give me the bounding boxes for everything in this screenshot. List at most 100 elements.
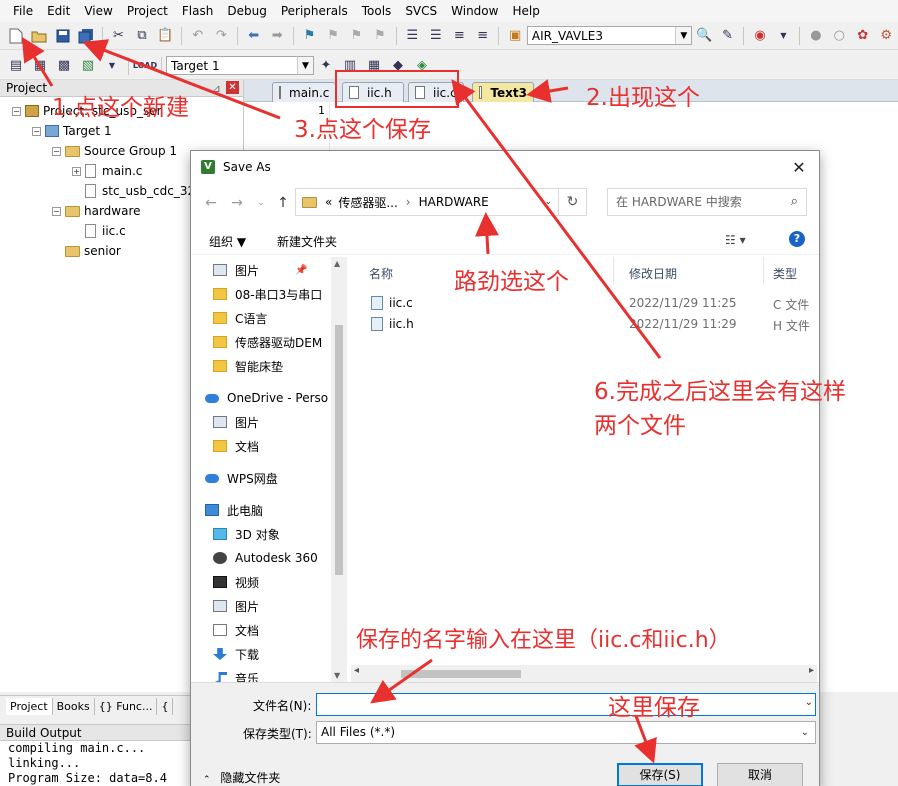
pin-icon[interactable]: ⊿: [212, 80, 221, 97]
address-bar[interactable]: « 传感器驱... › HARDWARE ⌄: [295, 188, 559, 216]
tab-project[interactable]: Project: [6, 698, 53, 715]
indent-icon[interactable]: ☰: [403, 26, 422, 46]
target-select[interactable]: Target 1 ▼: [166, 56, 314, 75]
bookmark-icon[interactable]: ⚑: [300, 26, 319, 46]
view-options-icon[interactable]: ☷ ▾: [725, 233, 746, 247]
tree-file-main[interactable]: + main.c: [72, 162, 142, 180]
download-icon[interactable]: LOAD: [133, 56, 157, 76]
column-divider[interactable]: [613, 257, 614, 285]
uncomment-icon[interactable]: ≡: [473, 26, 492, 46]
nav-forward-icon[interactable]: ➡: [267, 26, 286, 46]
recent-chevron-icon[interactable]: ⌄: [251, 193, 271, 213]
scroll-thumb[interactable]: [401, 670, 521, 678]
collapse-icon[interactable]: −: [52, 206, 61, 216]
menu-tools[interactable]: Tools: [355, 0, 399, 22]
help-icon[interactable]: ?: [789, 231, 805, 247]
search-input[interactable]: 在 HARDWARE 中搜索 ⌕: [607, 188, 807, 216]
nav-item[interactable]: Autodesk 360: [213, 547, 318, 569]
find-icon[interactable]: 🔍: [694, 26, 713, 46]
debug-dropdown-icon[interactable]: ▼: [774, 26, 793, 46]
tab-iic-h[interactable]: iic.h: [342, 82, 404, 102]
scroll-thumb[interactable]: [335, 325, 343, 575]
menu-edit[interactable]: Edit: [40, 0, 77, 22]
copy-icon[interactable]: ⧉: [132, 26, 151, 46]
expand-icon[interactable]: +: [72, 166, 81, 176]
menu-help[interactable]: Help: [505, 0, 546, 22]
tab-templates[interactable]: {: [157, 698, 174, 715]
cancel-button[interactable]: 取消: [717, 763, 803, 786]
menu-debug[interactable]: Debug: [220, 0, 273, 22]
pack-installer-icon[interactable]: ▦: [364, 56, 384, 76]
breadcrumb-segment[interactable]: 传感器驱...: [338, 194, 397, 211]
horizontal-scrollbar[interactable]: ◂ ▸: [351, 665, 817, 682]
scroll-down-icon[interactable]: ▼: [334, 671, 340, 680]
tab-iic-c[interactable]: iic.c: [408, 82, 464, 102]
chevron-down-icon[interactable]: ⌄: [805, 697, 813, 708]
nav-item[interactable]: C语言: [213, 307, 267, 329]
nav-scrollbar[interactable]: ▲ ▼: [331, 257, 347, 682]
filename-input[interactable]: ⌄: [316, 693, 816, 716]
stop-build-icon[interactable]: ▼: [102, 56, 122, 76]
column-header-name[interactable]: 名称: [369, 265, 393, 282]
chevron-down-icon[interactable]: ⌄: [544, 197, 552, 207]
new-folder-button[interactable]: 新建文件夹: [277, 233, 337, 250]
up-arrow-icon[interactable]: ↑: [273, 193, 293, 213]
collapse-icon[interactable]: −: [52, 146, 61, 156]
column-divider[interactable]: [763, 257, 764, 285]
close-icon[interactable]: ✕: [226, 81, 239, 94]
tree-hardware-group[interactable]: − hardware: [52, 202, 141, 220]
save-icon[interactable]: [53, 26, 72, 46]
tree-senior-group[interactable]: senior: [65, 242, 121, 260]
nav-item[interactable]: 图片: [213, 595, 259, 617]
cut-icon[interactable]: ✂: [109, 26, 128, 46]
batch-build-icon[interactable]: ▧: [78, 56, 98, 76]
configure-icon[interactable]: ⚙: [877, 26, 896, 46]
menu-flash[interactable]: Flash: [175, 0, 220, 22]
pin-icon[interactable]: 📌: [295, 265, 307, 276]
tree-file-stc[interactable]: stc_usb_cdc_32: [85, 182, 195, 200]
tab-text3[interactable]: Text3: [472, 82, 534, 102]
collapse-icon[interactable]: −: [12, 106, 21, 116]
open-folder-icon[interactable]: [29, 26, 48, 46]
nav-item[interactable]: 3D 对象: [213, 523, 280, 545]
nav-item[interactable]: 文档: [213, 619, 259, 641]
scroll-right-icon[interactable]: ▸: [809, 665, 814, 676]
menu-project[interactable]: Project: [120, 0, 175, 22]
scroll-up-icon[interactable]: ▲: [334, 259, 340, 268]
chevron-down-icon[interactable]: ▼: [675, 27, 692, 44]
chevron-down-icon[interactable]: ▼: [297, 57, 313, 74]
scroll-left-icon[interactable]: ◂: [354, 665, 359, 676]
nav-item-this-pc[interactable]: 此电脑: [205, 499, 263, 521]
breadcrumb-segment[interactable]: HARDWARE: [419, 195, 489, 209]
organize-button[interactable]: 组织 ▼: [209, 233, 246, 250]
file-row[interactable]: iic.c 2022/11/29 11:25 C 文件: [351, 293, 811, 314]
close-icon[interactable]: ✕: [779, 151, 819, 183]
breakpoint-kill-icon[interactable]: ✿: [853, 26, 872, 46]
bookmark-clear-icon[interactable]: ⚑: [370, 26, 389, 46]
breakpoint-disable-icon[interactable]: ○: [830, 26, 849, 46]
file-row[interactable]: iic.h 2022/11/29 11:29 H 文件: [351, 314, 811, 335]
save-button[interactable]: 保存(S): [617, 763, 703, 786]
nav-item[interactable]: 图片 📌: [213, 259, 307, 281]
nav-item-onedrive[interactable]: OneDrive - Perso: [205, 387, 328, 409]
nav-item[interactable]: 传感器驱动DEM: [213, 331, 322, 353]
nav-item[interactable]: 08-串口3与串口: [213, 283, 322, 305]
refresh-icon[interactable]: ↻: [559, 188, 587, 216]
tree-target[interactable]: − Target 1: [32, 122, 112, 140]
filetype-select[interactable]: All Files (*.*) ⌄: [316, 721, 816, 744]
breakpoint-icon[interactable]: ●: [806, 26, 825, 46]
manage-icon[interactable]: ▥: [340, 56, 360, 76]
column-header-type[interactable]: 类型: [773, 265, 797, 282]
paste-icon[interactable]: 📋: [156, 26, 175, 46]
tree-file-iic[interactable]: iic.c: [85, 222, 126, 240]
nav-item[interactable]: 文档: [213, 435, 259, 457]
target-options-icon[interactable]: ✦: [316, 56, 336, 76]
nav-item[interactable]: 音乐: [213, 667, 259, 682]
menu-window[interactable]: Window: [444, 0, 505, 22]
nav-back-icon[interactable]: ⬅: [244, 26, 263, 46]
tab-functions[interactable]: {} Func...: [95, 698, 158, 715]
manage-rte-icon[interactable]: ◈: [412, 56, 432, 76]
nav-item[interactable]: 视频: [213, 571, 259, 593]
translate-icon[interactable]: ▤: [6, 56, 26, 76]
find-in-files-icon[interactable]: ▣: [505, 26, 524, 46]
